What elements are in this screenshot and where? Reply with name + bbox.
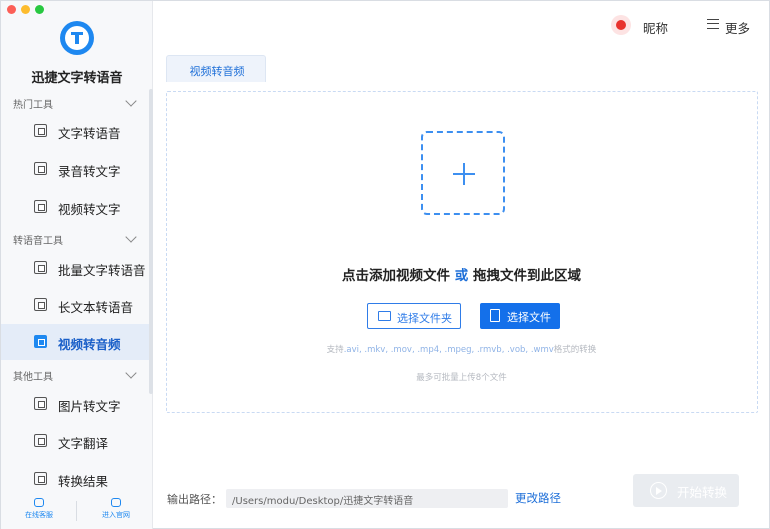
- sidebar-item-text-to-speech[interactable]: 文字转语音: [1, 113, 149, 149]
- recording-to-text-icon: [34, 162, 47, 175]
- results-icon: [34, 472, 47, 485]
- change-path-link[interactable]: 更改路径: [515, 490, 561, 506]
- app-name: 迅捷文字转语音: [31, 71, 123, 86]
- nickname[interactable]: 昵称: [643, 18, 668, 37]
- section-label: 转语音工具: [13, 236, 63, 247]
- sidebar-item-label: 长文本转语音: [58, 300, 134, 315]
- output-path-label: 输出路径：: [167, 493, 222, 506]
- upload-limit-text: 最多可批量上传8个文件: [416, 373, 507, 383]
- chevron-down-icon: [125, 95, 137, 107]
- output-path-field[interactable]: /Users/modu/Desktop/迅捷文字转语音: [226, 489, 508, 508]
- select-folder-button[interactable]: 选择文件夹: [367, 303, 461, 329]
- sidebar-item-recording-to-text[interactable]: 录音转文字: [1, 151, 149, 187]
- supported-formats: .avi, .mkv, .mov, .mp4, .mpeg, .rmvb, .v…: [343, 345, 554, 355]
- sidebar-item-results[interactable]: 转换结果: [1, 461, 149, 497]
- section-label: 其他工具: [13, 372, 53, 383]
- sidebar-item-label: 批量文字转语音: [58, 263, 146, 278]
- section-label: 热门工具: [13, 100, 53, 111]
- video-to-text-icon: [34, 200, 47, 213]
- window-controls: [7, 5, 44, 14]
- website-label: 进入官网: [102, 511, 130, 519]
- play-icon: [650, 482, 667, 499]
- sidebar: 迅捷文字转语音 热门工具 文字转语音 录音转文字 视频转文字 转语音工具 批量文…: [1, 1, 153, 529]
- drop-instruction: 点击添加视频文件 或 拖拽文件到此区域: [167, 264, 756, 284]
- avatar[interactable]: [611, 15, 631, 35]
- sidebar-item-video-to-audio[interactable]: 视频转音频: [1, 324, 149, 360]
- sidebar-footer: 在线客服 进入官网: [1, 495, 153, 529]
- long-text-to-speech-icon: [34, 298, 47, 311]
- chevron-down-icon: [125, 231, 137, 243]
- section-header-hot-tools[interactable]: 热门工具: [1, 93, 149, 113]
- tab-label: 视频转音频: [189, 65, 245, 78]
- support-prefix: 支持: [326, 345, 344, 355]
- website-icon: [111, 498, 121, 507]
- supported-formats-text: 支持.avi, .mkv, .mov, .mp4, .mpeg, .rmvb, …: [167, 343, 756, 355]
- support-suffix: 格式的转换: [553, 345, 597, 355]
- more-menu-button[interactable]: 更多: [725, 18, 750, 37]
- section-header-other-tools[interactable]: 其他工具: [1, 365, 149, 385]
- sidebar-scrollbar[interactable]: [149, 89, 153, 394]
- sidebar-item-label: 图片转文字: [58, 399, 121, 414]
- select-file-label: 选择文件: [507, 311, 551, 324]
- divider: [76, 501, 77, 521]
- minimize-window-button[interactable]: [21, 5, 30, 14]
- select-file-button[interactable]: 选择文件: [480, 303, 560, 329]
- sidebar-item-label: 视频转文字: [58, 202, 121, 217]
- sidebar-item-label: 文字翻译: [58, 436, 109, 451]
- folder-icon: [378, 311, 391, 321]
- sidebar-item-batch-text-to-speech[interactable]: 批量文字转语音: [1, 250, 149, 286]
- sidebar-item-label: 文字转语音: [58, 126, 121, 141]
- file-add-icon: [490, 309, 500, 322]
- file-drop-zone[interactable]: 点击添加视频文件 或 拖拽文件到此区域 选择文件夹 选择文件 支持.avi, .…: [166, 91, 758, 413]
- drop-text-add: 点击添加视频文件: [342, 268, 451, 284]
- translate-icon: [34, 434, 47, 447]
- section-header-speech-tools[interactable]: 转语音工具: [1, 229, 149, 249]
- online-support-label: 在线客服: [25, 511, 53, 519]
- app-logo-icon: [60, 21, 94, 55]
- menu-icon[interactable]: [707, 19, 719, 29]
- chevron-down-icon: [125, 367, 137, 379]
- zoom-window-button[interactable]: [35, 5, 44, 14]
- headset-icon: [34, 498, 44, 507]
- sidebar-item-video-to-text[interactable]: 视频转文字: [1, 189, 149, 225]
- sidebar-item-long-text-to-speech[interactable]: 长文本转语音: [1, 287, 149, 323]
- online-support-button[interactable]: 在线客服: [9, 498, 69, 520]
- add-file-plus-icon[interactable]: [421, 131, 505, 215]
- sidebar-item-translate[interactable]: 文字翻译: [1, 423, 149, 459]
- select-folder-label: 选择文件夹: [397, 312, 452, 325]
- tab-video-to-audio[interactable]: 视频转音频: [166, 55, 266, 82]
- drop-text-or: 或: [454, 268, 469, 284]
- video-to-audio-icon: [34, 335, 47, 348]
- sidebar-item-label: 视频转音频: [58, 337, 121, 352]
- start-convert-label: 开始转换: [677, 485, 728, 500]
- image-to-text-icon: [34, 397, 47, 410]
- website-button[interactable]: 进入官网: [86, 498, 146, 520]
- drop-text-drag: 拖拽文件到此区域: [472, 268, 581, 284]
- app-window: 迅捷文字转语音 热门工具 文字转语音 录音转文字 视频转文字 转语音工具 批量文…: [0, 0, 770, 529]
- sidebar-item-label: 录音转文字: [58, 164, 121, 179]
- close-window-button[interactable]: [7, 5, 16, 14]
- sidebar-item-image-to-text[interactable]: 图片转文字: [1, 386, 149, 422]
- sidebar-item-label: 转换结果: [58, 474, 109, 489]
- start-convert-button[interactable]: 开始转换: [633, 474, 739, 507]
- text-to-speech-icon: [34, 124, 47, 137]
- batch-text-to-speech-icon: [34, 261, 47, 274]
